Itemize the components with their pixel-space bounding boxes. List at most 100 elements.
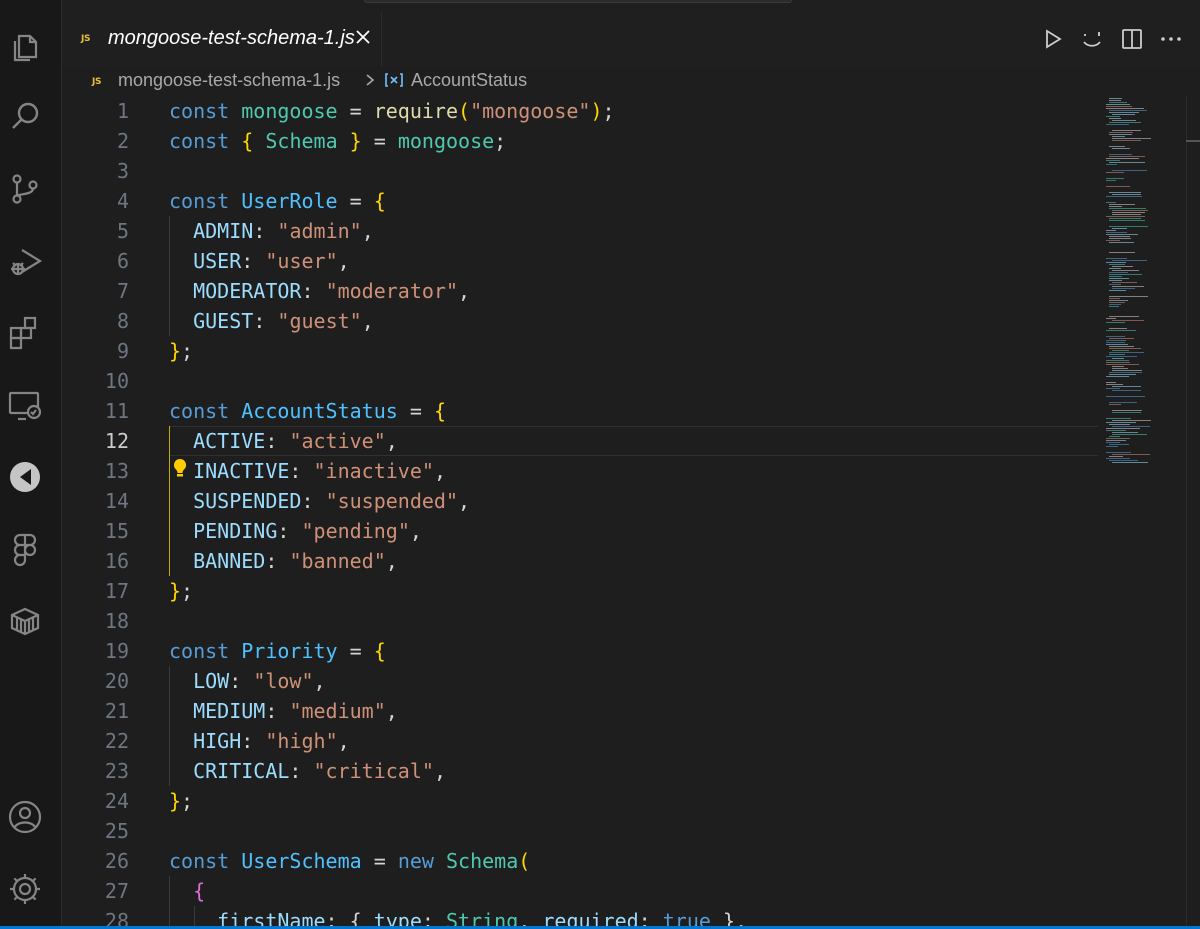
code-line[interactable]: 12 ACTIVE: "active", bbox=[62, 426, 1098, 456]
minimap-line bbox=[1106, 178, 1124, 179]
code-token: : bbox=[289, 459, 314, 483]
run-icon[interactable] bbox=[1040, 26, 1066, 52]
breadcrumb-symbol[interactable]: AccountStatus bbox=[411, 68, 527, 92]
minimap-line bbox=[1109, 348, 1141, 349]
code-token: { bbox=[373, 639, 386, 663]
code-text: const UserSchema = new Schema( bbox=[169, 846, 530, 876]
minimap-line bbox=[1109, 238, 1131, 239]
code-token: ACTIVE bbox=[193, 429, 266, 453]
gitkraken-icon[interactable] bbox=[5, 457, 45, 497]
code-line[interactable]: 18 bbox=[62, 606, 1098, 636]
tab-bar: JS mongoose-test-schema-1.js bbox=[62, 12, 1200, 67]
code-line[interactable]: 8 GUEST: "guest", bbox=[62, 306, 1098, 336]
copilot-icon[interactable] bbox=[1079, 26, 1105, 52]
more-actions-icon[interactable] bbox=[1158, 26, 1184, 52]
code-token: AccountStatus bbox=[241, 399, 398, 423]
minimap-line bbox=[1106, 340, 1126, 341]
code-token: = bbox=[361, 129, 398, 153]
editor-tab[interactable]: JS mongoose-test-schema-1.js bbox=[62, 12, 382, 67]
minimap-line bbox=[1109, 302, 1125, 303]
code-line[interactable]: 24}; bbox=[62, 786, 1098, 816]
manage-gear-icon[interactable] bbox=[5, 869, 45, 909]
code-line[interactable]: 4 const UserRole = { bbox=[62, 186, 1098, 216]
code-line[interactable]: 13 INACTIVE: "inactive", bbox=[62, 456, 1098, 486]
code-line[interactable]: 3 bbox=[62, 156, 1098, 186]
command-center[interactable] bbox=[364, 0, 792, 3]
breadcrumb-file[interactable]: mongoose-test-schema-1.js bbox=[118, 68, 340, 92]
minimap[interactable] bbox=[1098, 96, 1200, 929]
title-bar bbox=[0, 0, 1200, 12]
code-token: "mongoose" bbox=[470, 99, 591, 123]
code-text: }; bbox=[169, 786, 193, 816]
explorer-icon[interactable] bbox=[5, 26, 45, 66]
code-token: Schema bbox=[445, 849, 519, 873]
figma-icon[interactable] bbox=[5, 529, 45, 569]
accounts-icon[interactable] bbox=[5, 797, 45, 837]
code-text: const mongoose = require("mongoose"); bbox=[169, 96, 615, 126]
run-debug-icon[interactable] bbox=[5, 241, 45, 281]
code-line[interactable]: 7 MODERATOR: "moderator", bbox=[62, 276, 1098, 306]
code-token: : bbox=[265, 549, 290, 573]
javascript-file-icon: JS bbox=[92, 77, 102, 87]
code-token: = bbox=[337, 189, 374, 213]
containers-icon[interactable] bbox=[5, 601, 45, 641]
scrollbar-thumb[interactable] bbox=[1186, 140, 1200, 142]
minimap-line bbox=[1112, 136, 1125, 137]
code-line[interactable]: 25 bbox=[62, 816, 1098, 846]
minimap-line bbox=[1109, 274, 1142, 275]
source-control-icon[interactable] bbox=[5, 169, 45, 209]
minimap-line bbox=[1106, 104, 1130, 105]
code-token: const bbox=[169, 849, 230, 873]
indent-guide bbox=[169, 666, 170, 786]
code-line[interactable]: 23 CRITICAL: "critical", bbox=[62, 756, 1098, 786]
lightbulb-icon[interactable] bbox=[172, 458, 188, 478]
line-number: 16 bbox=[104, 549, 129, 573]
code-line[interactable]: 6 USER: "user", bbox=[62, 246, 1098, 276]
minimap-line bbox=[1109, 300, 1128, 301]
search-icon[interactable] bbox=[5, 97, 45, 137]
code-line[interactable]: 17}; bbox=[62, 576, 1098, 606]
code-token: ; bbox=[602, 99, 615, 123]
minimap-line bbox=[1109, 110, 1147, 111]
minimap-line bbox=[1109, 290, 1126, 291]
code-line[interactable]: 21 MEDIUM: "medium", bbox=[62, 696, 1098, 726]
code-line[interactable]: 22 HIGH: "high", bbox=[62, 726, 1098, 756]
code-token: MODERATOR bbox=[193, 279, 302, 303]
minimap-line bbox=[1106, 382, 1116, 383]
code-text: PENDING: "pending", bbox=[169, 516, 422, 546]
code-line[interactable]: 15 PENDING: "pending", bbox=[62, 516, 1098, 546]
minimap-line bbox=[1106, 430, 1126, 431]
vertical-scrollbar[interactable] bbox=[1186, 96, 1200, 929]
code-line[interactable]: 20 LOW: "low", bbox=[62, 666, 1098, 696]
line-number: 6 bbox=[116, 249, 129, 273]
close-icon[interactable] bbox=[352, 26, 374, 48]
code-line[interactable]: 19 const Priority = { bbox=[62, 636, 1098, 666]
code-line[interactable]: 26 const UserSchema = new Schema( bbox=[62, 846, 1098, 876]
code-line[interactable]: 1 const mongoose = require("mongoose"); bbox=[62, 96, 1098, 126]
code-line[interactable]: 11 const AccountStatus = { bbox=[62, 396, 1098, 426]
minimap-line bbox=[1112, 288, 1135, 289]
code-line[interactable]: 2 const { Schema } = mongoose; bbox=[62, 126, 1098, 156]
extensions-icon[interactable] bbox=[5, 313, 45, 353]
remote-explorer-icon[interactable] bbox=[5, 385, 45, 425]
split-editor-icon[interactable] bbox=[1119, 26, 1145, 52]
code-line[interactable]: 10 bbox=[62, 366, 1098, 396]
line-number: 5 bbox=[116, 219, 129, 243]
code-line[interactable]: 27 { bbox=[62, 876, 1098, 906]
code-text: }; bbox=[169, 336, 193, 366]
code-line[interactable]: 16 BANNED: "banned", bbox=[62, 546, 1098, 576]
line-number: 3 bbox=[116, 159, 129, 183]
code-token: : bbox=[253, 219, 278, 243]
code-line[interactable]: 9}; bbox=[62, 336, 1098, 366]
minimap-line bbox=[1106, 356, 1137, 357]
code-editor[interactable]: 1 const mongoose = require("mongoose"); 2 c… bbox=[62, 96, 1098, 929]
code-line[interactable]: 5 ADMIN: "admin", bbox=[62, 216, 1098, 246]
minimap-line bbox=[1109, 338, 1134, 339]
code-token: "moderator" bbox=[325, 279, 459, 303]
code-line[interactable]: 14 SUSPENDED: "suspended", bbox=[62, 486, 1098, 516]
minimap-line bbox=[1109, 192, 1141, 193]
